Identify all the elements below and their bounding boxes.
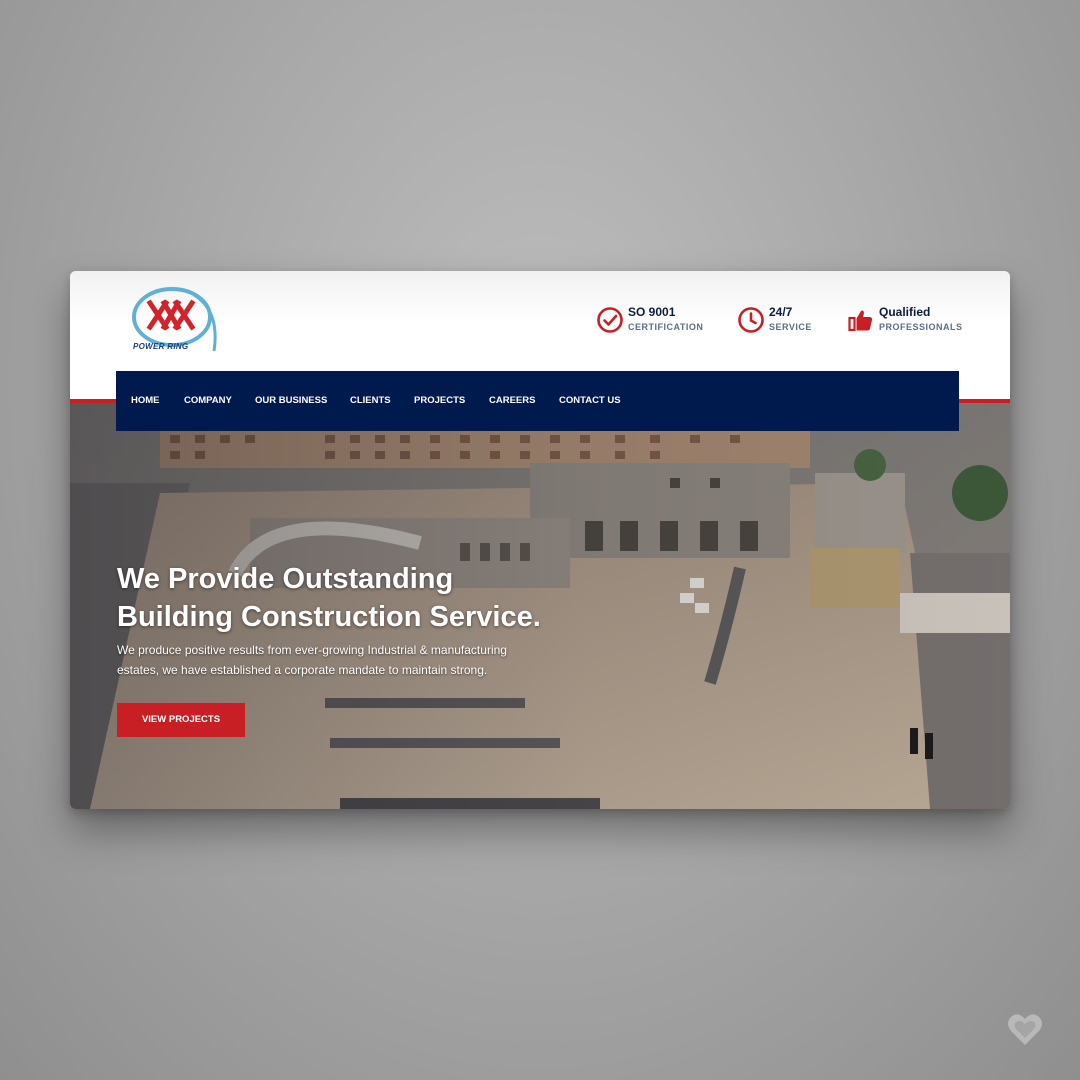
- hero-description-line-2: estates, we have established a corporate…: [117, 663, 488, 677]
- thumbs-up-icon: [848, 310, 873, 332]
- hero-title: We Provide Outstanding Building Construc…: [117, 560, 817, 636]
- nav-item-home[interactable]: HOME: [131, 371, 160, 431]
- logo-wordmark: POWER RING: [133, 342, 189, 351]
- feature-subtitle: CERTIFICATION: [628, 322, 704, 332]
- nav-item-our-business[interactable]: OUR BUSINESS: [255, 371, 327, 431]
- check-circle-icon: [597, 307, 623, 333]
- heart-watermark-icon: [1008, 1014, 1042, 1045]
- nav-item-clients[interactable]: CLIENTS: [350, 371, 391, 431]
- nav-item-careers[interactable]: CAREERS: [489, 371, 535, 431]
- nav-item-contact-us[interactable]: CONTACT US: [559, 371, 621, 431]
- hero-title-line-1: We Provide Outstanding: [117, 563, 454, 595]
- main-navigation: HOME COMPANY OUR BUSINESS CLIENTS PROJEC…: [116, 371, 959, 431]
- hero-title-line-2: Building Construction Service.: [117, 601, 541, 633]
- feature-title: 24/7: [769, 305, 793, 319]
- nav-item-company[interactable]: COMPANY: [184, 371, 232, 431]
- feature-subtitle: SERVICE: [769, 322, 812, 332]
- clock-icon: [738, 307, 764, 333]
- feature-title: SO 9001: [628, 305, 676, 319]
- nav-item-projects[interactable]: PROJECTS: [414, 371, 465, 431]
- feature-subtitle: PROFESSIONALS: [879, 322, 963, 332]
- hero-description-line-1: We produce positive results from ever-gr…: [117, 643, 507, 657]
- hero-description: We produce positive results from ever-gr…: [117, 640, 537, 680]
- view-projects-button[interactable]: VIEW PROJECTS: [117, 703, 245, 737]
- website-screenshot-card: POWER RING SO 9001 CERTIFICATION 24/7 SE…: [70, 271, 1010, 809]
- feature-title: Qualified: [879, 305, 931, 319]
